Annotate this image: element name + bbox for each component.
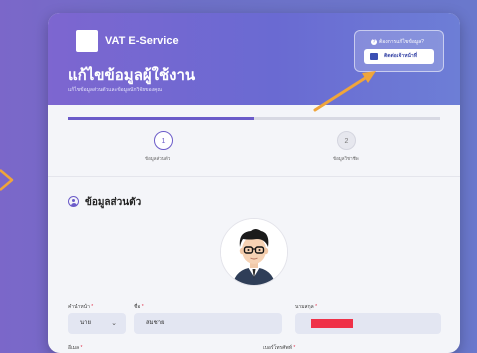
- avatar-illustration: [221, 219, 287, 285]
- section-title: ข้อมูลส่วนตัว: [85, 197, 142, 208]
- progress-track: [68, 117, 440, 120]
- help-box: ? ต้องการแก้ไขข้อมูล? ติดต่อเจ้าหน้าที่: [354, 30, 444, 72]
- chevron-down-icon: ⌄: [111, 320, 117, 327]
- contact-staff-label: ติดต่อเจ้าหน้าที่: [384, 53, 418, 59]
- last-name-input[interactable]: [295, 313, 441, 334]
- annotation-side-arrow: [0, 169, 14, 191]
- contact-icon: [370, 53, 378, 60]
- help-text: ? ต้องการแก้ไขข้อมูล?: [371, 38, 424, 45]
- step-1-label: ข้อมูลส่วนตัว: [145, 156, 171, 161]
- redaction-block: [311, 319, 353, 328]
- page-title: แก้ไขข้อมูลผู้ใช้งาน: [68, 67, 196, 84]
- first-name-input[interactable]: สมชาย: [134, 313, 282, 334]
- contact-staff-button[interactable]: ติดต่อเจ้าหน้าที่: [364, 49, 434, 64]
- first-name-value: สมชาย: [146, 320, 165, 326]
- avatar[interactable]: [220, 218, 288, 286]
- email-label: อีเมล *: [68, 345, 83, 351]
- brand-name: VAT E-Service: [105, 35, 179, 47]
- profile-edit-card: VAT E-Service แก้ไขข้อมูลผู้ใช้งาน แก้ไข…: [48, 13, 460, 353]
- prefix-label: คำนำหน้า *: [68, 304, 94, 310]
- section-divider: [48, 176, 460, 177]
- step-1-circle[interactable]: 1: [154, 131, 173, 150]
- first-name-label: ชื่อ *: [134, 304, 144, 310]
- card-header: VAT E-Service แก้ไขข้อมูลผู้ใช้งาน แก้ไข…: [48, 13, 460, 105]
- app-logo: [76, 30, 98, 52]
- help-circle-icon: ?: [371, 38, 377, 45]
- page-subtitle: แก้ไขข้อมูลส่วนตัวและข้อมูลนักวิจัยของคุ…: [68, 87, 163, 93]
- phone-label: เบอร์โทรศัพท์ *: [263, 345, 296, 351]
- step-2-circle[interactable]: 2: [337, 131, 356, 150]
- prefix-select[interactable]: นาย ⌄: [68, 313, 126, 334]
- prefix-value: นาย: [80, 320, 91, 326]
- user-circle-icon: [68, 196, 79, 207]
- step-2-label: ข้อมูลวิชาชีพ: [333, 156, 359, 161]
- progress-fill: [68, 117, 254, 120]
- last-name-label: นามสกุล *: [295, 304, 318, 310]
